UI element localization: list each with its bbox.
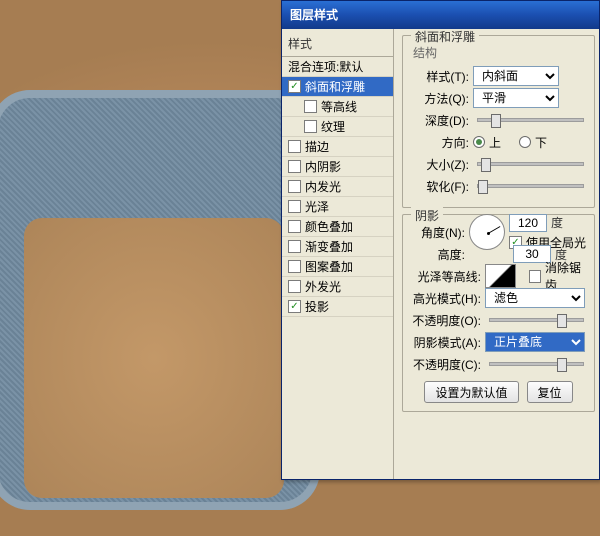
styles-panel: 样式 混合连项:默认 斜面和浮雕等高线纹理描边内阴影内发光光泽颜色叠加渐变叠加图…	[282, 29, 394, 479]
effect-label-color_overlay: 颜色叠加	[305, 218, 353, 235]
antialias-checkbox[interactable]	[529, 270, 541, 283]
direction-down-label: 下	[535, 134, 547, 151]
effect-checkbox-contour_sub[interactable]	[304, 100, 317, 113]
angle-field[interactable]	[509, 214, 547, 232]
size-label: 大小(Z):	[413, 156, 469, 173]
effect-label-inner_glow: 内发光	[305, 178, 341, 195]
technique-label: 方法(Q):	[413, 90, 469, 107]
effect-label-pat_overlay: 图案叠加	[305, 258, 353, 275]
blend-options-row[interactable]: 混合连项:默认	[282, 57, 393, 77]
make-default-button[interactable]: 设置为默认值	[424, 381, 518, 403]
bevel-legend: 斜面和浮雕	[411, 29, 479, 45]
effect-row-inner_glow[interactable]: 内发光	[282, 177, 393, 197]
effect-checkbox-pat_overlay[interactable]	[288, 260, 301, 273]
direction-up-label: 上	[489, 134, 501, 151]
soften-slider[interactable]	[477, 184, 584, 188]
styles-header: 样式	[282, 33, 393, 56]
effect-row-inner_shadow[interactable]: 内阴影	[282, 157, 393, 177]
depth-slider[interactable]	[477, 118, 584, 122]
effect-checkbox-bevel[interactable]	[288, 80, 301, 93]
effect-label-texture_sub: 纹理	[321, 118, 345, 135]
dialog-titlebar[interactable]: 图层样式	[282, 1, 599, 29]
effect-checkbox-color_overlay[interactable]	[288, 220, 301, 233]
shadow-mode-label: 阴影模式(A):	[409, 334, 481, 351]
effect-checkbox-satin[interactable]	[288, 200, 301, 213]
effect-checkbox-inner_glow[interactable]	[288, 180, 301, 193]
effect-label-contour_sub: 等高线	[321, 98, 357, 115]
angle-wheel[interactable]	[469, 214, 505, 250]
direction-label: 方向:	[413, 134, 469, 151]
styles-list: 混合连项:默认 斜面和浮雕等高线纹理描边内阴影内发光光泽颜色叠加渐变叠加图案叠加…	[282, 56, 393, 317]
effect-label-grad_overlay: 渐变叠加	[305, 238, 353, 255]
effect-row-bevel[interactable]: 斜面和浮雕	[282, 77, 393, 97]
effect-row-outer_glow[interactable]: 外发光	[282, 277, 393, 297]
shadow-fieldset: 阴影 角度(N): 度 使用全局光	[402, 214, 595, 412]
size-slider[interactable]	[477, 162, 584, 166]
shadow-legend: 阴影	[411, 207, 443, 224]
effect-row-contour_sub[interactable]: 等高线	[282, 97, 393, 117]
highlight-mode-select[interactable]: 滤色	[485, 288, 585, 308]
effect-checkbox-grad_overlay[interactable]	[288, 240, 301, 253]
effect-row-color_overlay[interactable]: 颜色叠加	[282, 217, 393, 237]
style-label: 样式(T):	[413, 68, 469, 85]
highlight-opacity-label: 不透明度(O):	[409, 312, 481, 329]
effect-checkbox-inner_shadow[interactable]	[288, 160, 301, 173]
effect-label-bevel: 斜面和浮雕	[305, 78, 365, 95]
structure-title: 结构	[413, 44, 588, 61]
dialog-title: 图层样式	[290, 8, 338, 22]
effect-row-stroke[interactable]: 描边	[282, 137, 393, 157]
settings-panel: 斜面和浮雕 结构 样式(T): 内斜面 方法(Q): 平滑	[394, 29, 599, 479]
style-select[interactable]: 内斜面	[473, 66, 559, 86]
effect-checkbox-stroke[interactable]	[288, 140, 301, 153]
reset-button[interactable]: 复位	[527, 381, 573, 403]
effect-label-satin: 光泽	[305, 198, 329, 215]
altitude-label: 高度:	[409, 246, 465, 263]
soften-label: 软化(F):	[413, 178, 469, 195]
effect-checkbox-texture_sub[interactable]	[304, 120, 317, 133]
blend-options-label: 混合连项:默认	[288, 58, 363, 75]
bevel-fieldset: 斜面和浮雕 结构 样式(T): 内斜面 方法(Q): 平滑	[402, 35, 595, 208]
effect-row-pat_overlay[interactable]: 图案叠加	[282, 257, 393, 277]
direction-down-radio[interactable]	[519, 136, 531, 148]
effect-row-drop_shadow[interactable]: 投影	[282, 297, 393, 317]
effect-row-grad_overlay[interactable]: 渐变叠加	[282, 237, 393, 257]
shadow-opacity-label: 不透明度(C):	[409, 356, 481, 373]
highlight-mode-label: 高光模式(H):	[409, 290, 481, 307]
leather-patch	[24, 218, 284, 498]
gloss-contour-label: 光泽等高线:	[409, 268, 481, 285]
direction-up-radio[interactable]	[473, 136, 485, 148]
effect-label-inner_shadow: 内阴影	[305, 158, 341, 175]
effect-row-texture_sub[interactable]: 纹理	[282, 117, 393, 137]
shadow-opacity-slider[interactable]	[489, 362, 584, 366]
shadow-mode-select[interactable]: 正片叠底	[485, 332, 585, 352]
layer-style-dialog: 图层样式 样式 混合连项:默认 斜面和浮雕等高线纹理描边内阴影内发光光泽颜色叠加…	[281, 0, 600, 480]
effect-label-outer_glow: 外发光	[305, 278, 341, 295]
angle-unit: 度	[551, 214, 563, 231]
angle-label: 角度(N):	[409, 224, 465, 241]
technique-select[interactable]: 平滑	[473, 88, 559, 108]
effect-label-stroke: 描边	[305, 138, 329, 155]
depth-label: 深度(D):	[413, 112, 469, 129]
effect-checkbox-outer_glow[interactable]	[288, 280, 301, 293]
effect-label-drop_shadow: 投影	[305, 298, 329, 315]
gloss-contour-picker[interactable]	[485, 264, 516, 288]
effect-row-satin[interactable]: 光泽	[282, 197, 393, 217]
effect-checkbox-drop_shadow[interactable]	[288, 300, 301, 313]
highlight-opacity-slider[interactable]	[489, 318, 584, 322]
